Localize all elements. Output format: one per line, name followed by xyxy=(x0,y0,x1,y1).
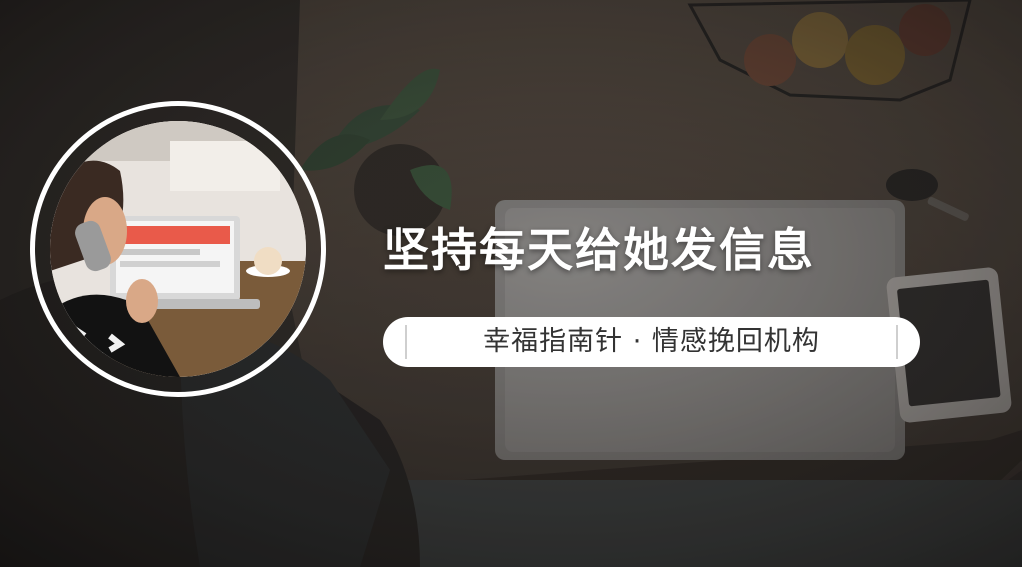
headline-title: 坚持每天给她发信息 xyxy=(383,223,815,277)
tagline-pill: 幸福指南针 · 情感挽回机构 xyxy=(383,317,920,367)
woman-on-phone-illustration xyxy=(50,121,306,377)
tagline-text: 幸福指南针 · 情感挽回机构 xyxy=(483,326,820,357)
portrait-photo xyxy=(50,121,306,377)
pill-divider-right xyxy=(896,325,898,359)
